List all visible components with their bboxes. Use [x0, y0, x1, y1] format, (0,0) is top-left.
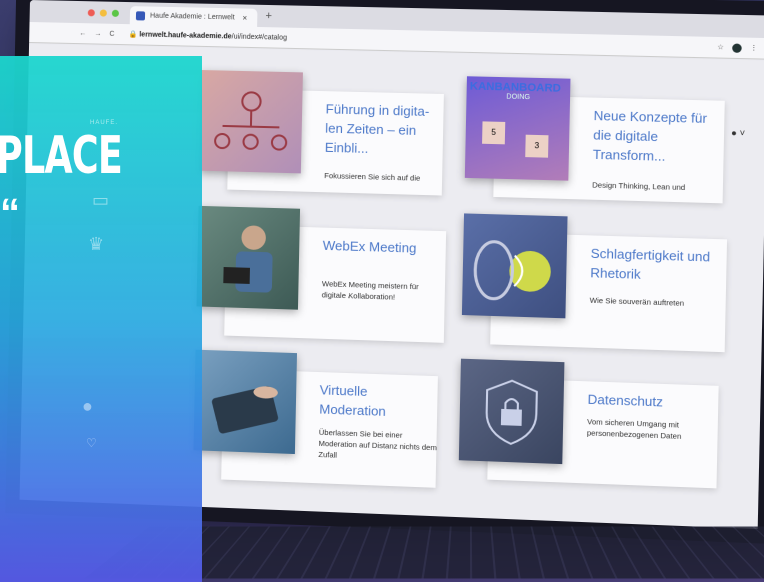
profile-menu-icon[interactable]: ● ˅	[731, 128, 745, 139]
kanban-heading: KANBANBOARD	[469, 80, 562, 95]
course-image-org-chart	[199, 70, 303, 174]
url-path: /ui/index#/catalog	[231, 33, 288, 42]
overlay-headline: PLACE	[0, 126, 123, 186]
course-card[interactable]: Virtuelle Moderation Überlassen Sie bei …	[193, 349, 438, 488]
maximize-window-button[interactable]	[111, 9, 119, 17]
course-description: Design Thinking, Lean und	[592, 180, 686, 193]
heart-icon: ♡	[86, 436, 97, 450]
course-title: Neue Konzepte für die digitale Transform…	[592, 107, 708, 164]
course-image-kanban: KANBANBOARD DOING 5 3	[464, 76, 571, 181]
bookmark-star-icon[interactable]: ☆	[717, 43, 724, 51]
course-title: Datenschutz	[587, 391, 664, 410]
course-image-tennis	[461, 213, 568, 319]
course-card[interactable]: Führung in digita-len Zeiten – ein Einbl…	[199, 70, 444, 196]
course-description: Wie Sie souverän auftreten	[589, 295, 685, 308]
course-description: WebEx Meeting meistern für digitale Koll…	[321, 279, 419, 302]
close-window-button[interactable]	[87, 9, 95, 17]
tennis-ball-icon	[462, 213, 552, 318]
minimize-window-button[interactable]	[99, 9, 107, 17]
course-title: Führung in digita-len Zeiten – ein Einbl…	[324, 101, 430, 156]
course-description: Überlassen Sie bei einer Moderation auf …	[318, 427, 437, 460]
new-tab-button[interactable]: +	[265, 10, 272, 22]
course-description: Fokussieren Sie sich auf die	[324, 171, 421, 183]
course-card[interactable]: WebEx Meeting WebEx Meeting meistern für…	[196, 205, 447, 343]
course-card[interactable]: KANBANBOARD DOING 5 3 Neue Konzepte für …	[464, 76, 725, 204]
favicon-icon	[135, 10, 146, 20]
hands-tablet-icon	[211, 385, 279, 435]
window-controls	[87, 9, 119, 17]
course-title: WebEx Meeting	[322, 237, 417, 256]
course-title: Virtuelle Moderation	[319, 382, 386, 419]
reload-icon[interactable]: C	[109, 30, 114, 37]
kanban-note: 5	[482, 121, 506, 145]
forward-icon[interactable]: →	[94, 30, 101, 37]
back-icon[interactable]: ←	[79, 30, 86, 37]
org-chart-icon	[199, 70, 303, 173]
url-host: lernwelt.haufe-akademie.de	[139, 31, 232, 41]
course-image-hands-tablet	[193, 349, 298, 455]
course-image-webex	[196, 205, 301, 310]
course-title: Schlagfertigkeit und Rhetorik	[590, 245, 711, 282]
course-description: Vom sicheren Umgang mit personenbezogene…	[586, 417, 682, 441]
overlay-quote-mark: “	[0, 191, 20, 235]
tab-close-icon[interactable]: ×	[242, 13, 247, 22]
user-icon: ●	[82, 396, 93, 416]
lock-shield-icon	[459, 359, 565, 464]
tab-title: Haufe Akademie : Lernwelt	[150, 12, 235, 21]
kanban-note: 3	[525, 134, 549, 158]
person-with-tablet-icon	[223, 225, 273, 293]
course-image-security	[458, 358, 565, 465]
browser-menu-icon[interactable]: ⋮	[750, 44, 758, 52]
trophy-icon: ♛	[88, 234, 105, 254]
document-icon: ▭	[92, 190, 110, 210]
browser-tab[interactable]: Haufe Akademie : Lernwelt ×	[129, 6, 258, 27]
course-card[interactable]: Schlagfertigkeit und Rhetorik Wie Sie so…	[461, 213, 728, 353]
browser-profile-avatar[interactable]	[732, 42, 742, 53]
course-card[interactable]: Datenschutz Vom sicheren Umgang mit pers…	[458, 358, 719, 489]
